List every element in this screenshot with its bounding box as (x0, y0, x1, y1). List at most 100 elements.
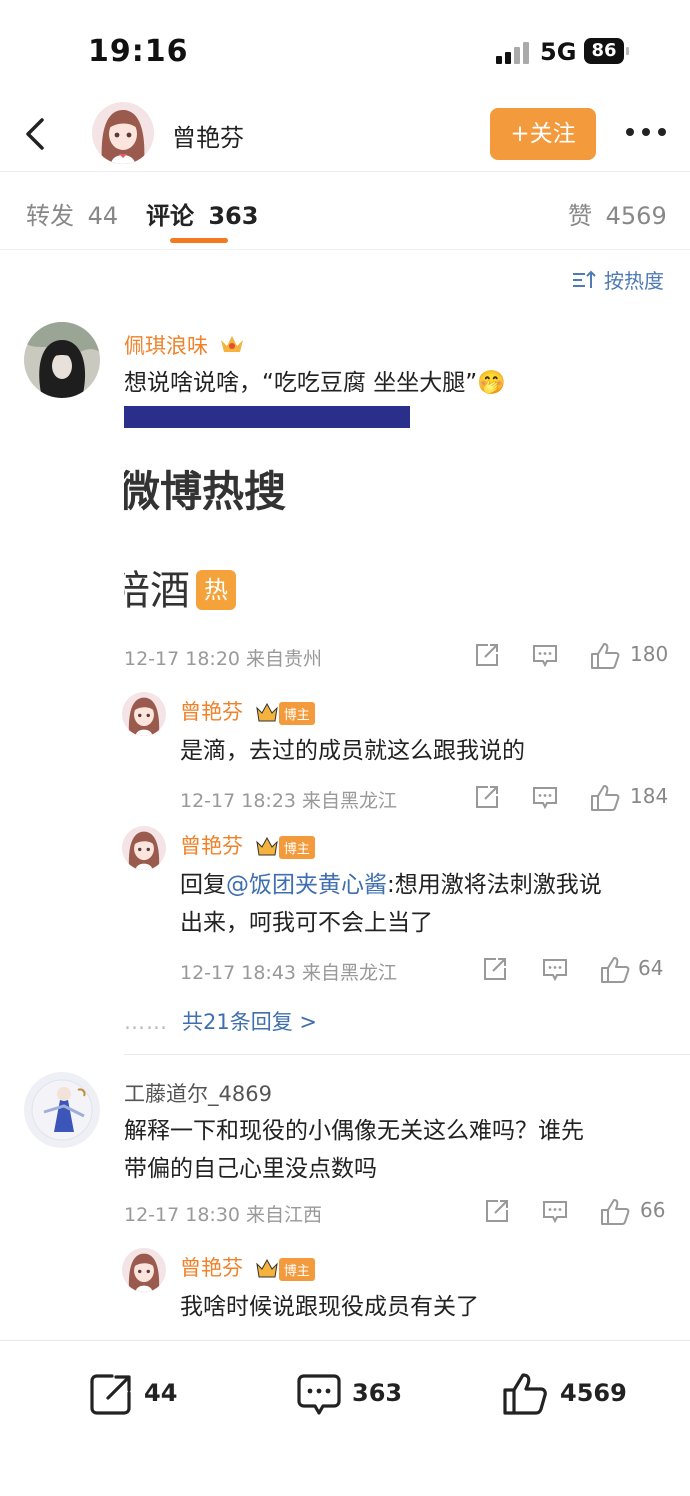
embed-topic: 陪酒热 (124, 558, 236, 616)
like-count: 180 (630, 642, 669, 666)
reply-button[interactable] (532, 642, 558, 672)
reply-button[interactable] (532, 784, 558, 814)
embed-topic-text: 陪酒 (124, 568, 190, 614)
vip-crown-icon (219, 332, 245, 361)
like-count: 4569 (560, 1379, 627, 1407)
status-time: 19:16 (88, 34, 189, 69)
repost-count: 44 (144, 1379, 178, 1407)
reply-username[interactable]: 曾艳芬 博主 (180, 696, 315, 726)
avatar[interactable] (122, 1248, 166, 1292)
reply-button[interactable] (542, 1198, 568, 1228)
comment-username[interactable]: 工藤道尔_4869 (124, 1078, 272, 1108)
comment-button[interactable]: 363 (296, 1371, 416, 1419)
reply-meta: 12-17 18:43 来自黑龙江 (180, 962, 398, 984)
header-username[interactable]: 曾艳芬 (172, 118, 244, 153)
comment-text: 想说啥说啥，“吃吃豆腐 坐坐大腿”🤭 (124, 364, 506, 402)
avatar[interactable] (24, 322, 100, 398)
author-badge: 博主 (255, 701, 315, 725)
comment-text-line1: 解释一下和现役的小偶像无关这么难吗？谁先 (124, 1118, 584, 1144)
follow-button[interactable]: +关注 (490, 108, 596, 160)
comment-text: 解释一下和现役的小偶像无关这么难吗？谁先 带偏的自己心里没点数吗 (124, 1112, 664, 1188)
like-button[interactable] (590, 642, 620, 674)
like-count: 184 (630, 784, 669, 808)
comment-text-line2: 带偏的自己心里没点数吗 (124, 1156, 377, 1182)
author-badge: 博主 (255, 835, 315, 859)
tab-comments-count: 363 (208, 202, 259, 230)
like-button[interactable] (600, 1198, 630, 1230)
like-button[interactable] (590, 784, 620, 816)
network-label: 5G (540, 38, 577, 66)
emoji: 🤭 (477, 370, 506, 396)
tab-repost-count: 44 (87, 202, 119, 230)
active-tab-indicator (170, 238, 228, 243)
share-button[interactable] (484, 1198, 510, 1228)
comment-icon (543, 1201, 567, 1224)
crown-icon (255, 837, 278, 856)
author-badge-label: 博主 (278, 835, 315, 859)
username-text: 曾艳芬 (180, 1256, 243, 1280)
reply-button[interactable] (542, 956, 568, 986)
comment-icon (543, 959, 567, 982)
avatar[interactable] (122, 826, 166, 870)
sort-icon (572, 270, 596, 295)
reply-username[interactable]: 曾艳芬 博主 (180, 1252, 315, 1282)
avatar[interactable] (24, 1072, 100, 1148)
embed-title: 微博热搜 (124, 467, 287, 516)
back-button[interactable] (16, 114, 56, 154)
share-button[interactable] (482, 956, 508, 986)
share-button[interactable] (474, 642, 500, 672)
avatar[interactable] (92, 102, 154, 164)
avatar[interactable] (122, 692, 166, 736)
signal-icon (496, 42, 530, 64)
tab-repost-label: 转发 (26, 202, 74, 230)
share-icon (486, 1200, 508, 1222)
author-badge-label: 博主 (278, 1257, 315, 1281)
share-icon (484, 958, 506, 980)
chevron-left-icon (26, 118, 44, 150)
username-text: 佩琪浪味 (124, 334, 208, 358)
sort-by-hot-button[interactable]: 按热度 (572, 265, 664, 295)
reply-text: 回复@饭团夹黄心酱:想用激将法刺激我说 出来，呵我可不会上当了 (180, 866, 680, 942)
thumbs-up-icon (601, 957, 630, 983)
comment-count: 363 (352, 1379, 403, 1407)
share-button[interactable] (474, 784, 500, 814)
repost-button[interactable]: 44 (88, 1371, 188, 1419)
tab-likes[interactable]: 赞 4569 (568, 196, 667, 231)
share-icon (476, 786, 498, 808)
reply-text: 我啥时候说跟现役成员有关了 (180, 1294, 479, 1320)
username-text: 曾艳芬 (180, 700, 243, 724)
reply-meta: 12-17 18:23 来自黑龙江 (180, 790, 398, 812)
tab-bar: 转发 44 评论 363 赞 4569 (0, 172, 690, 250)
tab-comments[interactable]: 评论 363 (146, 196, 258, 231)
comment-icon (297, 1374, 341, 1415)
hot-badge: 热 (196, 570, 236, 610)
reply-prefix: 回复 (180, 872, 226, 898)
bottom-action-bar: 44 363 4569 (0, 1340, 690, 1496)
like-count: 64 (638, 956, 664, 980)
share-icon (90, 1374, 131, 1415)
comment-meta: 12-17 18:20 来自贵州 (124, 648, 323, 670)
author-badge-label: 博主 (278, 701, 315, 725)
comment-meta: 12-17 18:30 来自江西 (124, 1204, 323, 1226)
like-count: 66 (640, 1198, 666, 1222)
thumbs-up-icon (591, 785, 620, 811)
tab-comments-label: 评论 (146, 202, 194, 230)
view-more-replies-link[interactable]: …… 共21条回复 > (124, 1006, 317, 1036)
more-replies-label: 共21条回复 > (182, 1010, 317, 1034)
comment-image[interactable]: 微博热搜 陪酒热 (124, 406, 410, 626)
ellipsis-icon: …… (124, 1010, 168, 1034)
image-top-bar (124, 406, 410, 428)
divider (124, 1054, 690, 1055)
crown-icon (255, 1259, 278, 1278)
like-button[interactable] (600, 956, 630, 988)
like-button[interactable]: 4569 (502, 1371, 632, 1419)
crown-icon (255, 703, 278, 722)
thumbs-up-icon (601, 1199, 630, 1225)
more-button[interactable] (626, 128, 666, 138)
mention-link[interactable]: @饭团夹黄心酱 (226, 872, 387, 898)
comment-body: 想说啥说啥，“吃吃豆腐 坐坐大腿” (124, 370, 478, 396)
comment-username[interactable]: 佩琪浪味 (124, 330, 245, 361)
reply-username[interactable]: 曾艳芬 博主 (180, 830, 315, 860)
tab-repost[interactable]: 转发 44 (26, 196, 118, 231)
comment-icon (533, 645, 557, 668)
